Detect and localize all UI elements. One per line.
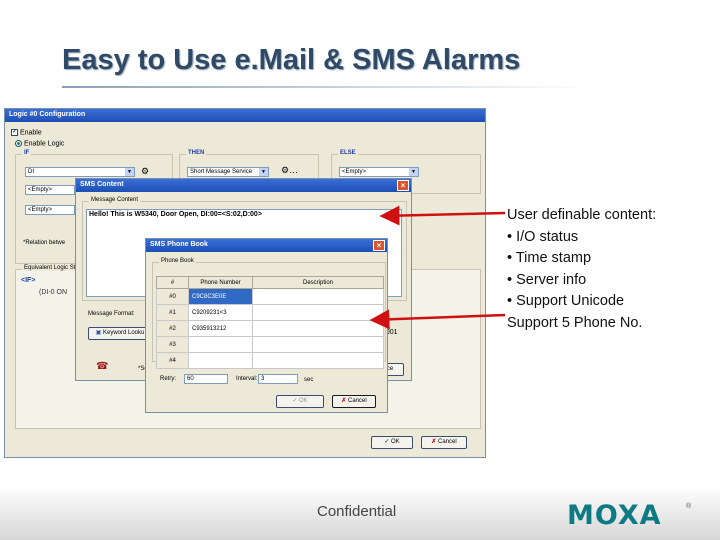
enable-logic-label: Enable Logic	[23, 140, 65, 148]
sms-content-titlebar: SMS Content ×	[76, 179, 411, 192]
logic-config-titlebar: Logic #0 Configuration	[5, 109, 485, 122]
sec-label: sec	[304, 377, 314, 383]
then-settings-icon[interactable]: ⚙…	[281, 165, 298, 176]
interval-input[interactable]: 3	[258, 374, 298, 384]
sms-close-button[interactable]: ×	[397, 180, 409, 191]
equivalent-if-text: <IF>	[21, 277, 36, 284]
phonebook-close-button[interactable]: ×	[373, 240, 385, 251]
enable-logic-row[interactable]: Enable Logic	[15, 140, 64, 147]
logic-cancel-button[interactable]: ✗ Cancel	[421, 436, 467, 449]
enable-logic-radio[interactable]	[15, 140, 22, 147]
keyword-lookup-button[interactable]: ▣ Keyword Looku	[88, 327, 152, 340]
phonebook-group-label: Phone Book	[159, 258, 196, 264]
phonebook-header-row: # Phone Number Description	[156, 276, 384, 289]
phonebook-cancel-button[interactable]: ✗ Cancel	[332, 395, 376, 408]
equivalent-condition-text: (DI-0 ON	[39, 289, 67, 296]
enable-checkbox[interactable]: ✓	[11, 129, 18, 136]
phonebook-titlebar: SMS Phone Book ×	[146, 239, 387, 252]
relation-label: *Relation betwe	[23, 240, 66, 246]
phone-icon[interactable]: ☎	[96, 361, 108, 372]
callout-line: • Server info	[507, 271, 587, 288]
then-group-label: THEN	[186, 150, 207, 156]
keyword-icon: ▣	[95, 330, 102, 336]
registered-mark: ®	[686, 503, 692, 510]
phonebook-table: # Phone Number Description #0 C9C8C3E0E …	[156, 276, 384, 369]
sms-content-title: SMS Content	[80, 181, 124, 188]
enable-row[interactable]: ✓ Enable	[11, 129, 42, 136]
chevron-down-icon: ▼	[259, 168, 268, 176]
callout-line: • I/O status	[507, 228, 579, 245]
table-row[interactable]: #3	[156, 336, 384, 353]
if-condition-select[interactable]: DI ▼	[25, 167, 135, 177]
slide-title: Easy to Use e.Mail & SMS Alarms	[62, 44, 521, 76]
equivalent-logic-label: Equivalent Logic St	[22, 265, 78, 271]
confidential-label: Confidential	[317, 503, 397, 520]
then-action-select[interactable]: Short Message Service ▼	[187, 167, 269, 177]
callout-line: User definable content:	[507, 207, 657, 223]
moxa-logo: MOXA	[567, 500, 662, 531]
col-header-index: #	[156, 276, 189, 289]
callout-line: • Support Unicode	[507, 293, 625, 309]
if-settings-icon[interactable]: ⚙	[141, 166, 149, 177]
message-content-label: Message Content	[89, 197, 141, 203]
message-format-label: Message Format:	[88, 311, 135, 317]
if-empty-select-1[interactable]: <Empty>	[25, 185, 75, 195]
table-row[interactable]: #2 C935913212	[156, 320, 384, 337]
enable-label: Enable	[19, 129, 42, 137]
col-header-phone: Phone Number	[188, 276, 253, 289]
title-underline	[62, 86, 592, 88]
table-row[interactable]: #1 C9209231<3	[156, 304, 384, 321]
interval-label: Interval:	[236, 376, 258, 382]
table-row[interactable]: #4	[156, 352, 384, 369]
else-action-select[interactable]: <Empty> ▼	[339, 167, 419, 177]
phonebook-title: SMS Phone Book	[150, 241, 208, 248]
retry-input[interactable]: 60	[184, 374, 228, 384]
close-icon: ✗	[431, 439, 437, 445]
if-group-label: IF	[22, 150, 32, 156]
table-row[interactable]: #0 C9C8C3E0E	[156, 288, 384, 305]
col-header-description: Description	[252, 276, 384, 289]
callout-line: • Time stamp	[507, 250, 592, 266]
chevron-down-icon: ▼	[125, 168, 134, 176]
retry-label: Retry:	[160, 376, 177, 382]
logic-config-title: Logic #0 Configuration	[9, 111, 86, 118]
close-icon: ✗	[341, 398, 347, 404]
callout-line: Support 5 Phone No.	[507, 314, 643, 331]
chevron-down-icon: ▼	[409, 168, 418, 176]
sms-phonebook-window: SMS Phone Book × Phone Book # Phone Numb…	[145, 238, 388, 413]
callout-text-block: User definable content: • I/O status • T…	[507, 205, 656, 334]
phonebook-ok-button[interactable]: ✓ OK	[276, 395, 324, 408]
check-icon: ✓	[292, 398, 298, 404]
logic-ok-button[interactable]: ✓ OK	[371, 436, 413, 449]
check-icon: ✓	[384, 439, 390, 445]
else-group-label: ELSE	[338, 150, 358, 156]
if-empty-select-2[interactable]: <Empty>	[25, 205, 75, 215]
